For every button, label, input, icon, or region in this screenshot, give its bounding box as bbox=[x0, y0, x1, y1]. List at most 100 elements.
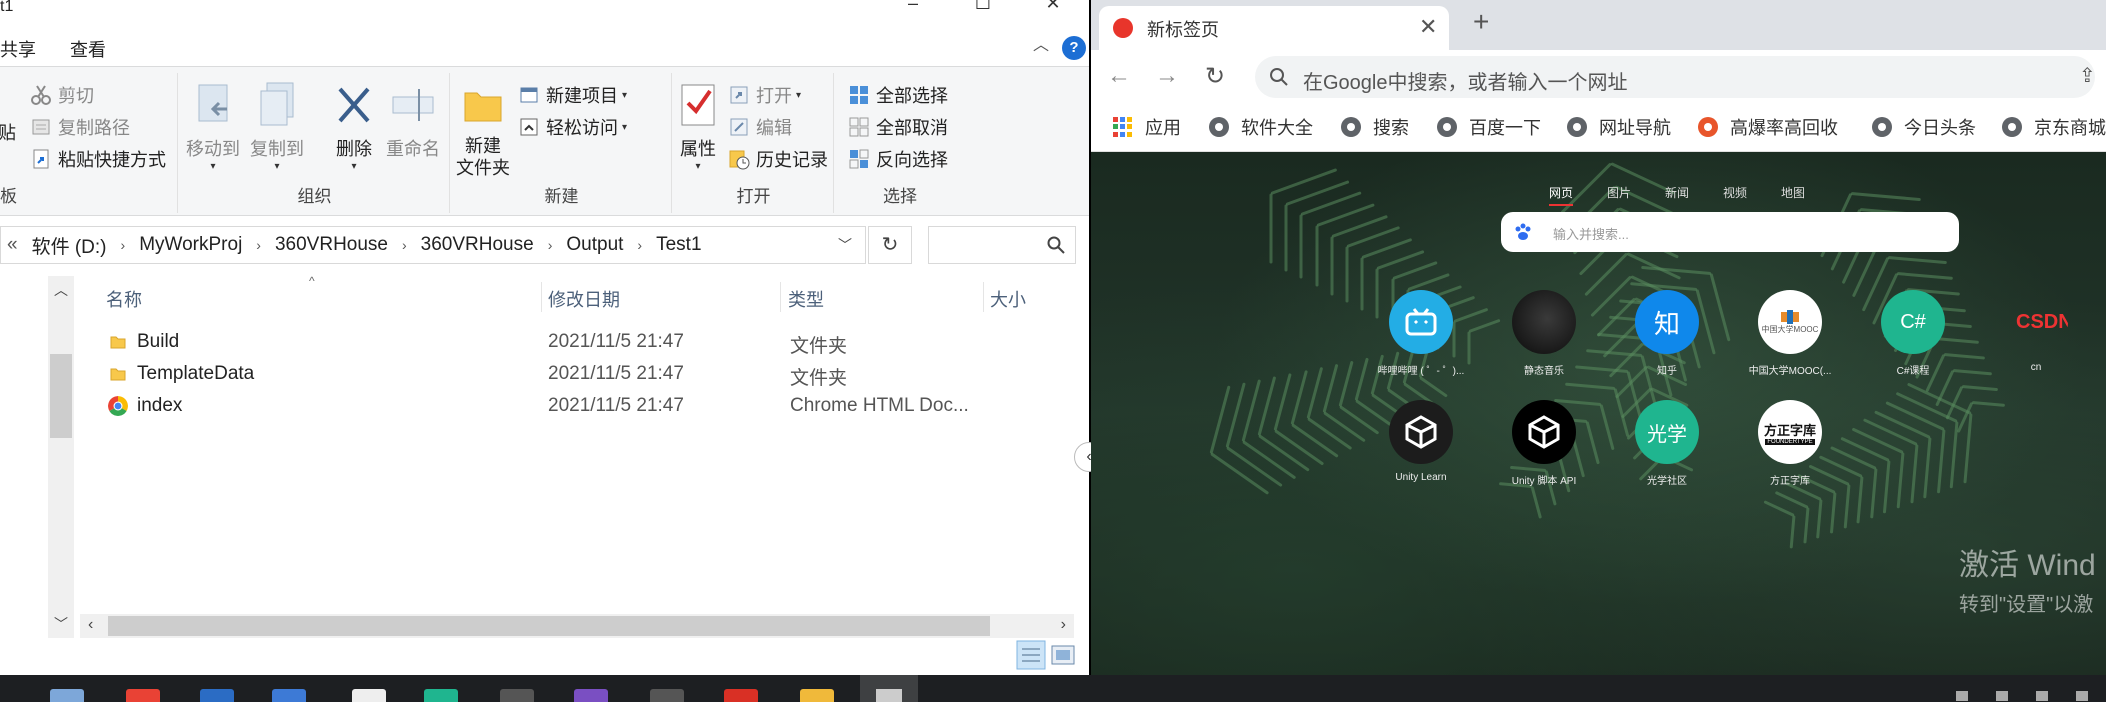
select-none-button[interactable]: 全部取消 bbox=[848, 113, 948, 141]
search-tab-web[interactable]: 网页 bbox=[1549, 184, 1574, 206]
bookmark-item[interactable]: 京东商城 bbox=[2002, 114, 2106, 140]
minimize-button[interactable]: – bbox=[898, 0, 928, 14]
search-tab-map[interactable]: 地图 bbox=[1781, 184, 1805, 201]
properties-button[interactable]: 属性 ▾ bbox=[674, 81, 722, 172]
folder-search-input[interactable] bbox=[928, 226, 1076, 264]
taskbar-app-icon[interactable] bbox=[272, 689, 306, 702]
copy-to-button[interactable]: 复制到 ▾ bbox=[250, 81, 304, 172]
tab-view[interactable]: 查看 bbox=[70, 36, 106, 62]
new-tab-plus-icon[interactable]: + bbox=[1473, 6, 1489, 38]
site-tile-optics[interactable]: 光学 光学社区 bbox=[1607, 400, 1727, 487]
taskbar-unity-icon[interactable] bbox=[650, 689, 684, 702]
select-all-button[interactable]: 全部选择 bbox=[848, 81, 948, 109]
scroll-left-icon[interactable]: ‹ bbox=[88, 616, 93, 634]
bookmark-item[interactable]: 搜索 bbox=[1341, 114, 1409, 140]
site-tile-bilibili[interactable]: 哔哩哔哩 ( ゜- ゜)... bbox=[1361, 290, 1481, 377]
column-header-size[interactable]: 大小 bbox=[990, 286, 1026, 312]
column-divider[interactable] bbox=[983, 282, 984, 312]
collapse-ribbon-icon[interactable]: ︿ bbox=[1031, 36, 1051, 56]
tray-icon[interactable] bbox=[2036, 691, 2048, 701]
site-tile-foundertype[interactable]: 方正字库 FOUNDERTYPE 方正字库 bbox=[1730, 400, 1850, 487]
scroll-right-icon[interactable]: › bbox=[1061, 616, 1066, 634]
taskbar-notepad-icon[interactable] bbox=[352, 689, 386, 702]
omnibox[interactable]: 在Google中搜索，或者输入一个网址 bbox=[1255, 56, 2095, 98]
taskbar-visual-studio-icon[interactable] bbox=[574, 689, 608, 702]
close-button[interactable]: ✕ bbox=[1038, 0, 1068, 14]
tray-icon[interactable] bbox=[2076, 691, 2088, 701]
nav-pane-scrollbar[interactable]: ︿ ﹀ bbox=[48, 276, 74, 638]
copy-path-button[interactable]: 复制路径 bbox=[30, 113, 130, 141]
edit-button[interactable]: 编辑 bbox=[728, 113, 792, 141]
bookmark-item[interactable]: 今日头条 bbox=[1872, 114, 1976, 140]
breadcrumb-item[interactable]: MyWorkProj bbox=[139, 234, 242, 256]
site-tile-unity-api[interactable]: Unity 脚本 API bbox=[1484, 400, 1604, 487]
delete-button[interactable]: 删除 ▾ bbox=[330, 81, 378, 172]
column-header-date[interactable]: 修改日期 bbox=[548, 286, 620, 312]
column-header-type[interactable]: 类型 bbox=[788, 286, 824, 312]
new-item-button[interactable]: 新建项目 ▾ bbox=[518, 81, 627, 109]
scroll-up-icon[interactable]: ︿ bbox=[48, 280, 74, 300]
address-history-dropdown[interactable]: ﹀ bbox=[830, 228, 860, 262]
baidu-search-input[interactable]: 输入并搜索... bbox=[1501, 212, 1959, 252]
scrollbar-thumb[interactable] bbox=[50, 354, 72, 438]
breadcrumb-item[interactable]: 360VRHouse bbox=[421, 234, 534, 256]
file-row[interactable]: index 2021/11/5 21:47 Chrome HTML Doc... bbox=[80, 390, 1080, 422]
taskbar-file-explorer-icon[interactable] bbox=[800, 689, 834, 702]
column-header-name[interactable]: 名称 bbox=[106, 286, 142, 312]
address-bar[interactable]: « 软件 (D:) › MyWorkProj › 360VRHouse › 36… bbox=[0, 226, 866, 264]
new-folder-button[interactable]: 新建 文件夹 bbox=[456, 81, 510, 179]
tray-icon[interactable] bbox=[1956, 691, 1968, 701]
share-icon[interactable]: ⇪ bbox=[2079, 63, 2096, 88]
breadcrumb-item[interactable]: 360VRHouse bbox=[275, 234, 388, 256]
bookmark-apps[interactable]: 应用 bbox=[1113, 114, 1181, 140]
bookmark-item[interactable]: 高爆率高回收 bbox=[1698, 114, 1838, 140]
back-arrow-icon[interactable]: ← bbox=[1107, 62, 1131, 90]
chevron-right-icon[interactable]: › bbox=[402, 237, 407, 253]
large-icons-view-icon[interactable] bbox=[1050, 642, 1076, 668]
file-row[interactable]: TemplateData 2021/11/5 21:47 文件夹 bbox=[80, 358, 1080, 390]
easy-access-button[interactable]: 轻松访问 ▾ bbox=[518, 113, 627, 141]
site-tile-zhihu[interactable]: 知 知乎 bbox=[1607, 290, 1727, 377]
cut-button[interactable]: 剪切 bbox=[30, 81, 94, 109]
horizontal-scrollbar[interactable]: ‹ › bbox=[80, 614, 1074, 638]
bookmark-item[interactable]: 软件大全 bbox=[1209, 114, 1313, 140]
tab-new-tab[interactable]: 新标签页 ✕ bbox=[1099, 6, 1449, 50]
forward-arrow-icon[interactable]: → bbox=[1155, 62, 1179, 90]
site-tile-csharp[interactable]: C# C#课程 bbox=[1853, 290, 1973, 377]
taskbar-word-icon[interactable] bbox=[200, 689, 234, 702]
chevron-right-icon[interactable]: › bbox=[637, 237, 642, 253]
column-divider[interactable] bbox=[541, 282, 542, 312]
maximize-button[interactable]: ☐ bbox=[968, 0, 998, 14]
site-tile-csdn[interactable]: CSDN cn bbox=[1976, 290, 2096, 374]
taskbar-active-app[interactable] bbox=[860, 675, 918, 702]
search-tab-images[interactable]: 图片 bbox=[1607, 184, 1631, 201]
open-button[interactable]: 打开 ▾ bbox=[728, 81, 801, 109]
breadcrumb-overflow[interactable]: « bbox=[7, 234, 18, 256]
breadcrumb-item[interactable]: 软件 (D:) bbox=[32, 232, 107, 259]
invert-selection-button[interactable]: 反向选择 bbox=[848, 145, 948, 173]
column-divider[interactable] bbox=[780, 282, 781, 312]
site-tile-music[interactable]: 静态音乐 bbox=[1484, 290, 1604, 377]
paste-button[interactable]: 贴 bbox=[0, 119, 16, 145]
breadcrumb-item[interactable]: Output bbox=[566, 234, 623, 256]
search-tab-news[interactable]: 新闻 bbox=[1665, 184, 1689, 201]
chevron-right-icon[interactable]: › bbox=[548, 237, 553, 253]
taskbar-unity-icon[interactable] bbox=[500, 689, 534, 702]
rename-button[interactable]: 重命名 bbox=[386, 81, 440, 161]
taskbar-app-icon[interactable] bbox=[724, 689, 758, 702]
file-row[interactable]: Build 2021/11/5 21:47 文件夹 bbox=[80, 326, 1080, 358]
history-button[interactable]: 历史记录 bbox=[728, 145, 828, 173]
scroll-down-icon[interactable]: ﹀ bbox=[48, 614, 74, 634]
help-icon[interactable]: ? bbox=[1062, 36, 1086, 60]
move-to-button[interactable]: 移动到 ▾ bbox=[186, 81, 240, 172]
chevron-right-icon[interactable]: › bbox=[256, 237, 261, 253]
scrollbar-thumb[interactable] bbox=[108, 616, 990, 636]
refresh-icon[interactable]: ↻ bbox=[868, 226, 912, 264]
bookmark-item[interactable]: 网址导航 bbox=[1567, 114, 1671, 140]
details-view-icon[interactable] bbox=[1016, 640, 1046, 670]
search-tab-video[interactable]: 视频 bbox=[1723, 184, 1747, 201]
taskbar-app-icon[interactable] bbox=[424, 689, 458, 702]
paste-shortcut-button[interactable]: 粘贴快捷方式 bbox=[30, 145, 166, 173]
chevron-right-icon[interactable]: › bbox=[121, 237, 126, 253]
tab-share[interactable]: 共享 bbox=[0, 36, 36, 62]
